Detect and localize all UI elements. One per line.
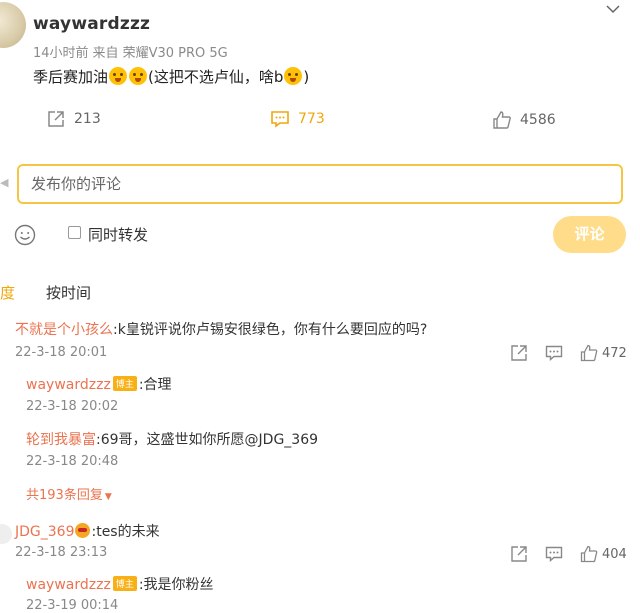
comment-input-box[interactable] bbox=[17, 164, 640, 204]
post-text-part-3: ) bbox=[303, 68, 310, 86]
comment-like-button[interactable]: 472 bbox=[580, 344, 627, 362]
comment-like-count: 472 bbox=[602, 345, 627, 361]
reply-date: 22-3-19 00:14 bbox=[26, 598, 119, 613]
post-source-prefix: 来自 bbox=[92, 46, 119, 61]
comment-text: 不就是个小孩么:k皇锐评说你卢锡安很绿色，你有什么要回应的吗? bbox=[15, 319, 427, 339]
emoji-icon bbox=[109, 67, 128, 85]
comment-count: 773 bbox=[298, 111, 325, 127]
reply-author[interactable]: 轮到我暴富 bbox=[26, 432, 96, 448]
author-badge: 博主 bbox=[112, 376, 137, 391]
share-button[interactable]: 213 bbox=[46, 109, 101, 129]
reply-author[interactable]: waywardzzz bbox=[26, 577, 111, 593]
comment-author[interactable]: 不就是个小孩么 bbox=[15, 322, 113, 338]
reply-body: :我是你粉丝 bbox=[138, 577, 214, 593]
reply-icon[interactable] bbox=[545, 545, 563, 563]
comment-icon bbox=[270, 109, 290, 129]
comment-body: :tes的未来 bbox=[91, 524, 160, 540]
reply-author[interactable]: waywardzzz bbox=[26, 377, 111, 393]
comment-author[interactable]: JDG_369 bbox=[15, 524, 74, 540]
comment-body: :k皇锐评说你卢锡安很绿色，你有什么要回应的吗? bbox=[113, 322, 428, 338]
post-text: 季后赛加油 (这把不选卢仙，啥b) bbox=[33, 66, 309, 87]
reply-text: waywardzzz 博主:我是你粉丝 bbox=[26, 574, 214, 594]
sort-hot-tab[interactable]: 度 bbox=[0, 282, 15, 303]
like-button[interactable]: 4586 bbox=[492, 110, 556, 130]
share-icon[interactable] bbox=[510, 545, 528, 563]
thumbs-up-icon bbox=[580, 344, 598, 362]
thumbs-up-icon bbox=[580, 545, 598, 563]
reply-icon[interactable] bbox=[545, 344, 563, 362]
chevron-down-icon[interactable] bbox=[606, 4, 620, 14]
like-count: 4586 bbox=[520, 112, 556, 128]
caret-left-icon: ◀ bbox=[0, 176, 9, 189]
reply-date: 22-3-18 20:02 bbox=[26, 399, 119, 414]
post-author[interactable]: waywardzzz bbox=[33, 14, 150, 34]
more-replies-link[interactable]: 共193条回复 ▼ bbox=[26, 484, 112, 503]
comment-date: 22-3-18 20:01 bbox=[15, 345, 108, 360]
reply-text: waywardzzz 博主:合理 bbox=[26, 374, 172, 394]
thumbs-up-icon bbox=[492, 110, 512, 130]
author-badge: 博主 bbox=[112, 576, 137, 591]
emoji-icon bbox=[75, 523, 91, 538]
post-device: 荣耀V30 PRO 5G bbox=[122, 46, 228, 61]
share-count: 213 bbox=[74, 111, 101, 127]
post-text-part-2: (这把不选卢仙，啥b bbox=[148, 68, 284, 86]
comment-button[interactable]: 773 bbox=[270, 109, 325, 129]
repost-checkbox[interactable] bbox=[68, 226, 81, 239]
post-time: 14小时前 bbox=[33, 46, 89, 61]
repost-label[interactable]: 同时转发 bbox=[88, 224, 148, 245]
submit-comment-button[interactable]: 评论 bbox=[553, 216, 626, 253]
comment-date: 22-3-18 23:13 bbox=[15, 545, 108, 560]
reply-date: 22-3-18 20:48 bbox=[26, 454, 119, 469]
reply-body: :69哥，这盛世如你所愿@JDG_369 bbox=[96, 432, 319, 448]
reply-text: 轮到我暴富:69哥，这盛世如你所愿@JDG_369 bbox=[26, 429, 318, 449]
more-replies-label: 共193条回复 bbox=[26, 488, 103, 503]
emoji-icon bbox=[284, 67, 303, 85]
caret-down-icon: ▼ bbox=[104, 492, 112, 502]
avatar[interactable] bbox=[0, 524, 12, 544]
reply-body: :合理 bbox=[138, 377, 172, 393]
post-text-part-1: 季后赛加油 bbox=[33, 68, 109, 86]
share-icon bbox=[46, 109, 66, 129]
comment-like-count: 404 bbox=[602, 546, 627, 562]
author-avatar[interactable] bbox=[0, 2, 26, 48]
sort-time-tab[interactable]: 按时间 bbox=[46, 282, 91, 303]
comment-like-button[interactable]: 404 bbox=[580, 545, 627, 563]
share-icon[interactable] bbox=[510, 344, 528, 362]
comment-text: JDG_369 :tes的未来 bbox=[15, 521, 160, 541]
emoji-picker-icon[interactable] bbox=[14, 224, 36, 246]
emoji-icon bbox=[129, 67, 148, 85]
comment-input[interactable] bbox=[19, 166, 640, 202]
post-meta: 14小时前 来自 荣耀V30 PRO 5G bbox=[33, 42, 232, 61]
